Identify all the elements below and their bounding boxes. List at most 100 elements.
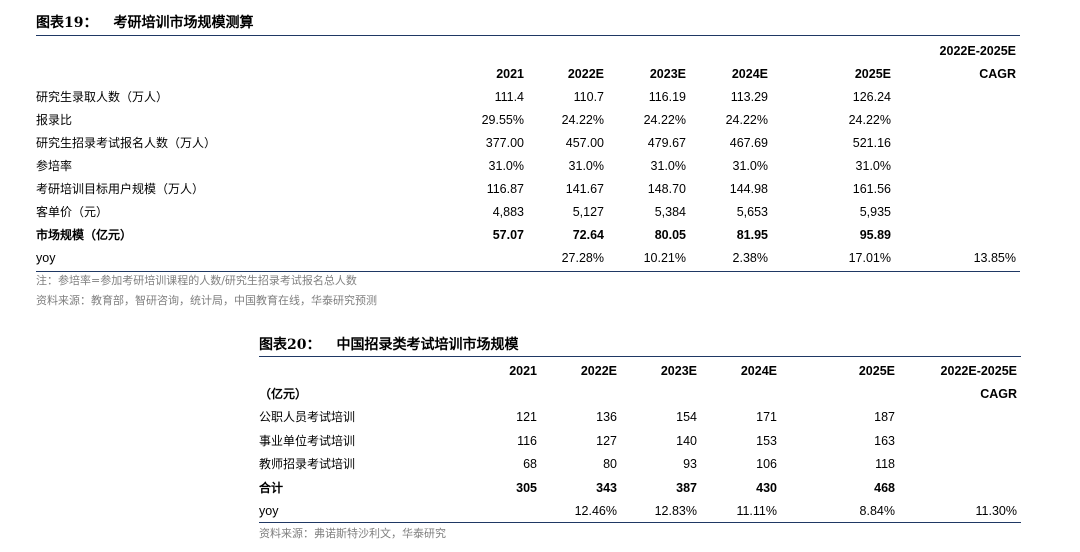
table19-row-label: 参培率 [36, 159, 73, 173]
table19-cell: 24.22% [848, 113, 891, 127]
table19-cell: 31.0% [855, 159, 891, 173]
table19-cell: 5,935 [859, 205, 891, 219]
table20-title: 图表20： 中国招录类考试培训市场规模 [259, 336, 518, 354]
table19-cell: 27.28% [561, 251, 604, 265]
table20-cell: 430 [756, 480, 777, 495]
table19-header-row2: 2021 2022E 2023E 2024E 2025E CAGR [36, 63, 1020, 86]
table19-cell: 29.55% [481, 113, 524, 127]
table20-cell: 8.84% [859, 504, 895, 518]
table19-row: 市场规模（亿元） 57.07 72.64 80.05 81.95 95.89 [36, 224, 1020, 247]
table19-row: 研究生招录考试报名人数（万人） 377.00 457.00 479.67 467.69 5… [36, 132, 1020, 155]
table20-cell: 68 [523, 457, 537, 471]
table20-cell: 12.46% [574, 504, 617, 518]
table20-year-header: 2022E [580, 364, 617, 378]
table19-row-label: yoy [36, 251, 56, 265]
table19-year-header: 2022E [567, 67, 604, 81]
table20-cell: 11.30% [975, 504, 1017, 518]
table19-cell: 57.07 [492, 228, 524, 242]
table20-cell: 136 [596, 410, 617, 424]
table20-cell: 468 [874, 480, 895, 495]
table20-cell: 121 [516, 410, 537, 424]
table19-source: 资料来源：教育部，智研咨询，统计局，中国教育在线，华泰研究预测 [36, 294, 377, 307]
table20-row-label: 教师招录考试培训 [259, 457, 356, 471]
table19-row-label: 考研培训目标用户规模（万人） [36, 182, 205, 196]
table20-header-row1: 2021 2022E 2023E 2024E 2025E 2022E-2025E [259, 360, 1021, 383]
table19-header-row1: 2022E-2025E [36, 40, 1020, 63]
table19-row: 报录比 29.55% 24.22% 24.22% 24.22% 24.22% [36, 109, 1020, 132]
table20-cell: 12.83% [654, 504, 697, 518]
table20-cell: 118 [875, 457, 895, 471]
table19-title-text: 考研培训市场规模测算 [113, 15, 254, 31]
table20-cell: 187 [874, 410, 895, 424]
table19-row: 客单价（元） 4,883 5,127 5,384 5,653 5,935 [36, 201, 1020, 224]
table20-row-label: 公职人员考试培训 [259, 410, 356, 424]
table19-cell: 113.29 [730, 90, 768, 104]
table19-cagr-top: 2022E-2025E [939, 44, 1016, 58]
table20-row: 教师招录考试培训 68 80 93 106 118 [259, 453, 1021, 476]
table19-cell: 10.21% [643, 251, 686, 265]
table19-cell: 31.0% [650, 159, 686, 173]
table19-cell: 95.89 [859, 228, 891, 242]
table20-cell: 343 [596, 480, 617, 495]
table19-year-header: 2024E [731, 67, 768, 81]
table19-cell: 148.70 [647, 182, 686, 196]
table20-cell: 140 [676, 433, 697, 448]
table20-row-label: 合计 [259, 480, 284, 495]
table20-unit-label: （亿元） [259, 387, 308, 401]
table19-row: yoy 27.28% 10.21% 2.38% 17.01% 13.85% [36, 247, 1020, 270]
table19-cell: 13.85% [973, 251, 1016, 265]
table20-cell: 93 [683, 457, 697, 471]
table19-row-label: 市场规模（亿元） [36, 228, 133, 242]
table19-cell: 5,653 [736, 205, 768, 219]
table19-cell: 377.00 [485, 136, 524, 150]
table20-cell: 80 [603, 457, 617, 471]
table20-row: 公职人员考试培训 121 136 154 171 187 [259, 406, 1021, 429]
table20-year-header: 2025E [858, 364, 895, 378]
table20-cell: 11.11% [736, 504, 777, 518]
table20-cell: 154 [676, 410, 697, 424]
table20-row-label: yoy [259, 504, 279, 518]
table19-top-rule [36, 35, 1020, 36]
table19-row: 考研培训目标用户规模（万人） 116.87 141.67 148.70 144.98 16… [36, 178, 1020, 201]
table19-cell: 17.01% [848, 251, 891, 265]
table19-cell: 116.19 [648, 90, 686, 104]
table20-year-header: 2024E [740, 364, 777, 378]
table19-year-header: 2025E [854, 67, 891, 81]
table19-cagr-bottom: CAGR [979, 67, 1016, 81]
table19-cell: 24.22% [561, 113, 604, 127]
table19-cell: 24.22% [643, 113, 686, 127]
table20-cell: 305 [516, 480, 537, 495]
table19-cell: 81.95 [736, 228, 768, 242]
table20-top-rule [259, 356, 1021, 357]
table20-cell: 171 [756, 410, 777, 424]
table20-row: yoy 12.46% 12.83% 11.11% 8.84% 11.30% [259, 500, 1021, 523]
table19-cell: 467.69 [729, 136, 768, 150]
table19-cell: 31.0% [568, 159, 604, 173]
table20-row: 合计 305 343 387 430 468 [259, 477, 1021, 500]
table19-row-label: 研究生招录考试报名人数（万人） [36, 136, 217, 150]
table20-header-row2: （亿元） CAGR [259, 383, 1021, 406]
table20-cagr-bottom: CAGR [980, 387, 1017, 401]
table19-bottom-rule [36, 271, 1020, 272]
table19-cell: 116.87 [486, 182, 524, 196]
table19-cell: 111.4 [494, 90, 524, 104]
table19-cell: 161.56 [852, 182, 891, 196]
table19-row: 参培率 31.0% 31.0% 31.0% 31.0% 31.0% [36, 155, 1020, 178]
table19: 图表19： 考研培训市场规模测算 2022E-2025E 2021 2022E 202… [36, 14, 1020, 314]
table19-cell: 24.22% [725, 113, 768, 127]
table19-row-label: 研究生录取人数（万人） [36, 90, 169, 104]
table19-row-label: 报录比 [36, 113, 73, 127]
table19-year-header: 2023E [649, 67, 686, 81]
table20-cell: 106 [756, 457, 777, 471]
table20-source: 资料来源：弗诺斯特沙利文，华泰研究 [259, 527, 446, 540]
table19-cell: 141.67 [565, 182, 604, 196]
table19-cell: 5,127 [572, 205, 604, 219]
table20-year-header: 2023E [660, 364, 697, 378]
table20-cagr-top: 2022E-2025E [940, 364, 1017, 378]
table19-cell: 5,384 [654, 205, 686, 219]
table20-cell: 163 [874, 433, 895, 448]
table20-title-label: 图表20： [259, 337, 321, 353]
table20-title-text: 中国招录类考试培训市场规模 [336, 337, 519, 353]
table19-cell: 126.24 [852, 90, 891, 104]
table19-cell: 2.38% [732, 251, 768, 265]
